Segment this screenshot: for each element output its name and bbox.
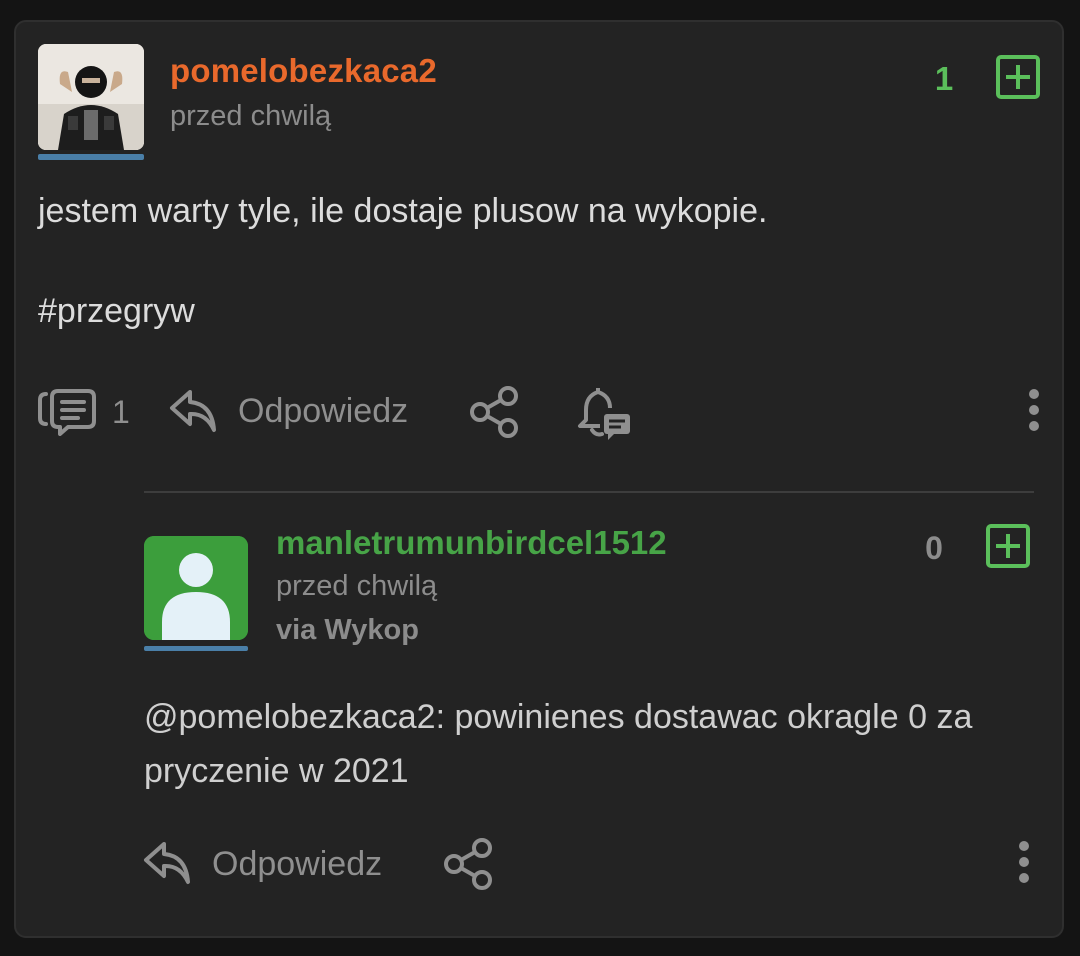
entry-card: pomelobezkaca2 przed chwilą 1 jestem war… — [14, 20, 1064, 938]
upvote-button[interactable] — [996, 55, 1040, 99]
avatar-underline — [144, 646, 248, 651]
reply-icon — [144, 842, 190, 884]
reply-icon — [170, 390, 216, 432]
subscribe-button[interactable] — [576, 382, 636, 442]
comment-body: @pomelobezkaca2: powinienes dostawac okr… — [144, 690, 1024, 798]
comment-share-button[interactable] — [440, 836, 496, 892]
plus-icon — [986, 524, 1030, 568]
share-icon — [444, 838, 492, 890]
reply-label[interactable]: Odpowiedz — [238, 392, 408, 431]
share-icon — [470, 386, 518, 438]
comment-more-options-button[interactable] — [1016, 838, 1032, 886]
bell-icon — [578, 388, 630, 440]
comments-button[interactable] — [38, 388, 98, 436]
comment-upvote-button[interactable] — [986, 524, 1030, 568]
avatar-underline — [38, 154, 144, 160]
avatar-photo-icon — [38, 44, 144, 150]
comment-reply-button[interactable] — [142, 838, 194, 888]
comments-icon — [38, 389, 96, 436]
more-options-button[interactable] — [1026, 386, 1042, 434]
comment-reply-label[interactable]: Odpowiedz — [212, 845, 382, 884]
comments-count[interactable]: 1 — [112, 394, 130, 431]
entry-body: jestem warty tyle, ile dostaje plusow na… — [38, 192, 768, 230]
comment-author-name[interactable]: manletrumunbirdcel1512 — [276, 524, 667, 562]
more-icon — [1029, 389, 1039, 431]
comment-via: via Wykop — [276, 614, 419, 646]
comment-vote-count: 0 — [925, 530, 943, 566]
comment-mention[interactable]: @pomelobezkaca2: — [144, 698, 445, 736]
avatar-placeholder-icon — [144, 536, 248, 640]
author-avatar[interactable] — [38, 44, 144, 150]
reply-button[interactable] — [168, 386, 220, 436]
more-icon — [1019, 841, 1029, 883]
share-button[interactable] — [466, 384, 522, 440]
entry-tag[interactable]: #przegryw — [38, 292, 195, 331]
plus-icon — [996, 55, 1040, 99]
comment-avatar[interactable] — [144, 536, 248, 640]
vote-count: 1 — [934, 60, 954, 97]
author-name[interactable]: pomelobezkaca2 — [170, 52, 437, 90]
comment-time[interactable]: przed chwilą — [276, 570, 437, 603]
entry-time[interactable]: przed chwilą — [170, 100, 331, 133]
comment-divider — [144, 491, 1034, 493]
